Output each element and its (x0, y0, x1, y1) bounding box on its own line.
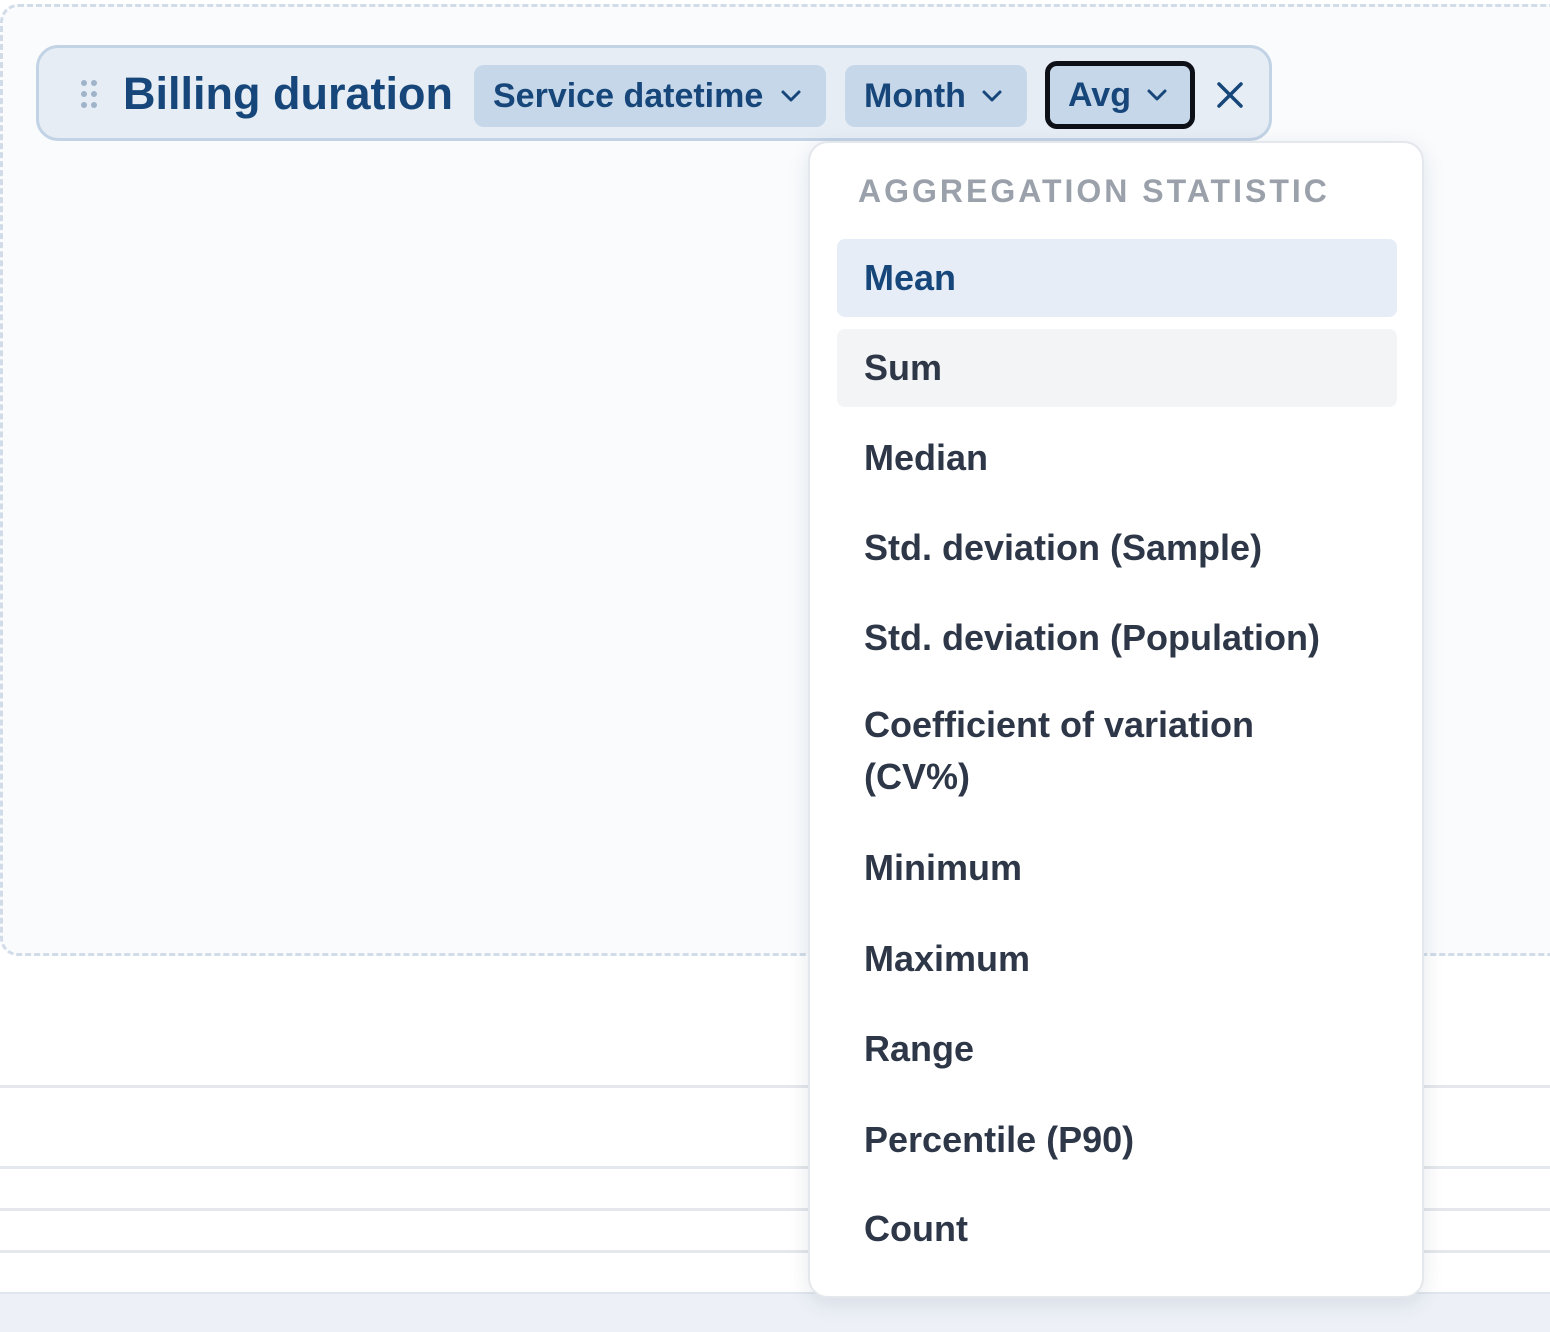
option-percentile-p90[interactable]: Percentile (P90) (837, 1101, 1397, 1179)
option-mean[interactable]: Mean (837, 239, 1397, 317)
background-footer (0, 1292, 1550, 1332)
option-std-sample[interactable]: Std. deviation (Sample) (837, 509, 1397, 587)
option-label: Std. deviation (Population) (864, 617, 1320, 658)
aggregation-menu: AGGREGATION STATISTIC Mean Sum Median St… (808, 141, 1424, 1298)
option-range[interactable]: Range (837, 1010, 1397, 1088)
metric-chip[interactable]: Billing duration Service datetime Month … (36, 45, 1272, 141)
option-std-population[interactable]: Std. deviation (Population) (837, 599, 1397, 677)
month-dropdown[interactable]: Month (845, 65, 1027, 127)
metric-title: Billing duration (123, 68, 453, 119)
option-minimum[interactable]: Minimum (837, 829, 1397, 907)
option-label: Range (864, 1028, 975, 1069)
chevron-down-icon (1147, 89, 1167, 101)
option-count[interactable]: Count (837, 1190, 1397, 1268)
option-label: Minimum (864, 847, 1022, 888)
close-icon[interactable] (1213, 78, 1247, 112)
chevron-down-icon (781, 90, 801, 102)
option-label: Sum (864, 347, 943, 388)
pill-label: Service datetime (493, 77, 764, 115)
option-sum[interactable]: Sum (837, 329, 1397, 407)
option-coefficient-of-variation[interactable]: Coefficient of variation (CV%) (837, 699, 1397, 809)
option-label: Percentile (P90) (864, 1119, 1135, 1160)
option-label: Std. deviation (Sample) (864, 527, 1263, 568)
option-label: Mean (864, 257, 957, 298)
pill-label: Month (864, 77, 966, 115)
option-median[interactable]: Median (837, 419, 1397, 497)
option-label-line2: (CV%) (864, 756, 970, 797)
service-datetime-dropdown[interactable]: Service datetime (474, 65, 826, 127)
drag-handle-icon[interactable] (81, 80, 101, 110)
option-maximum[interactable]: Maximum (837, 920, 1397, 998)
aggregation-dropdown[interactable]: Avg (1045, 61, 1195, 129)
menu-heading: AGGREGATION STATISTIC (858, 173, 1330, 209)
pill-label: Avg (1068, 76, 1131, 114)
chevron-down-icon (982, 90, 1002, 102)
option-label: Count (864, 1208, 968, 1249)
option-label: Median (864, 437, 989, 478)
option-label: Maximum (864, 938, 1031, 979)
report-canvas: Billing duration Service datetime Month … (0, 0, 1550, 1332)
option-label: Coefficient of variation (864, 704, 1255, 745)
